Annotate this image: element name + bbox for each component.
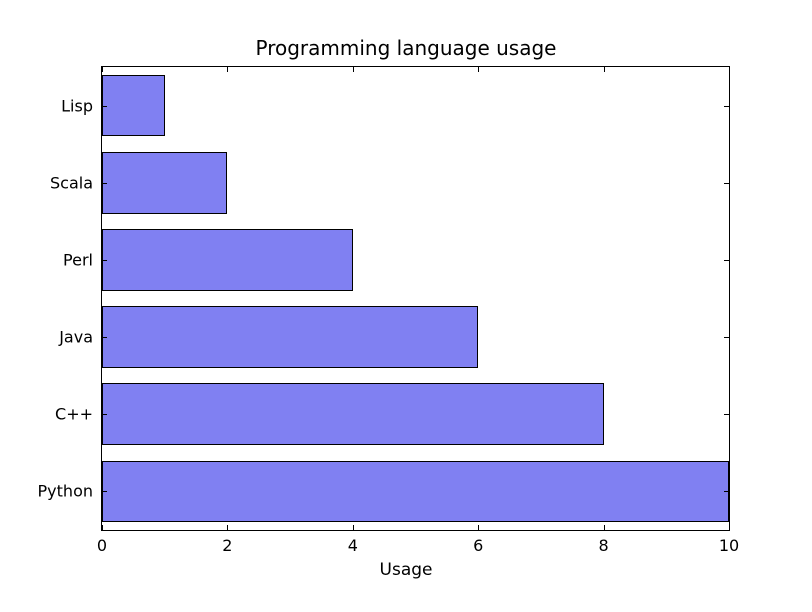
y-tick-label: Lisp — [61, 96, 93, 115]
tick-mark — [102, 525, 103, 530]
tick-mark — [604, 525, 605, 530]
tick-mark — [102, 337, 107, 338]
bar — [102, 461, 729, 523]
y-tick-label: Java — [59, 328, 93, 347]
tick-mark — [227, 67, 228, 72]
x-tick-label: 6 — [473, 536, 483, 555]
x-axis-label: Usage — [0, 560, 812, 580]
tick-mark — [102, 491, 107, 492]
bar — [102, 75, 165, 137]
tick-mark — [353, 67, 354, 72]
tick-mark — [102, 106, 107, 107]
y-tick-label: Perl — [63, 250, 93, 269]
tick-mark — [102, 260, 107, 261]
bar — [102, 383, 604, 445]
plot-area — [101, 66, 730, 531]
tick-mark — [102, 183, 107, 184]
y-tick-label: C++ — [55, 405, 93, 424]
y-tick-label: Scala — [50, 173, 93, 192]
x-tick-label: 4 — [348, 536, 358, 555]
x-tick-label: 0 — [97, 536, 107, 555]
y-tick-label: Python — [38, 482, 93, 501]
tick-mark — [724, 337, 729, 338]
tick-mark — [724, 414, 729, 415]
tick-mark — [478, 67, 479, 72]
bar — [102, 306, 478, 368]
tick-mark — [729, 67, 730, 72]
tick-mark — [724, 491, 729, 492]
figure: Programming language usage Usage Python C… — [0, 0, 812, 612]
tick-mark — [724, 260, 729, 261]
tick-mark — [724, 183, 729, 184]
x-tick-label: 10 — [719, 536, 739, 555]
tick-mark — [604, 67, 605, 72]
tick-mark — [729, 525, 730, 530]
bar — [102, 229, 353, 291]
x-tick-label: 8 — [599, 536, 609, 555]
tick-mark — [724, 106, 729, 107]
tick-mark — [227, 525, 228, 530]
x-tick-label: 2 — [222, 536, 232, 555]
tick-mark — [478, 525, 479, 530]
tick-mark — [353, 525, 354, 530]
chart-title: Programming language usage — [0, 36, 812, 60]
bar — [102, 152, 227, 214]
tick-mark — [102, 414, 107, 415]
tick-mark — [102, 67, 103, 72]
